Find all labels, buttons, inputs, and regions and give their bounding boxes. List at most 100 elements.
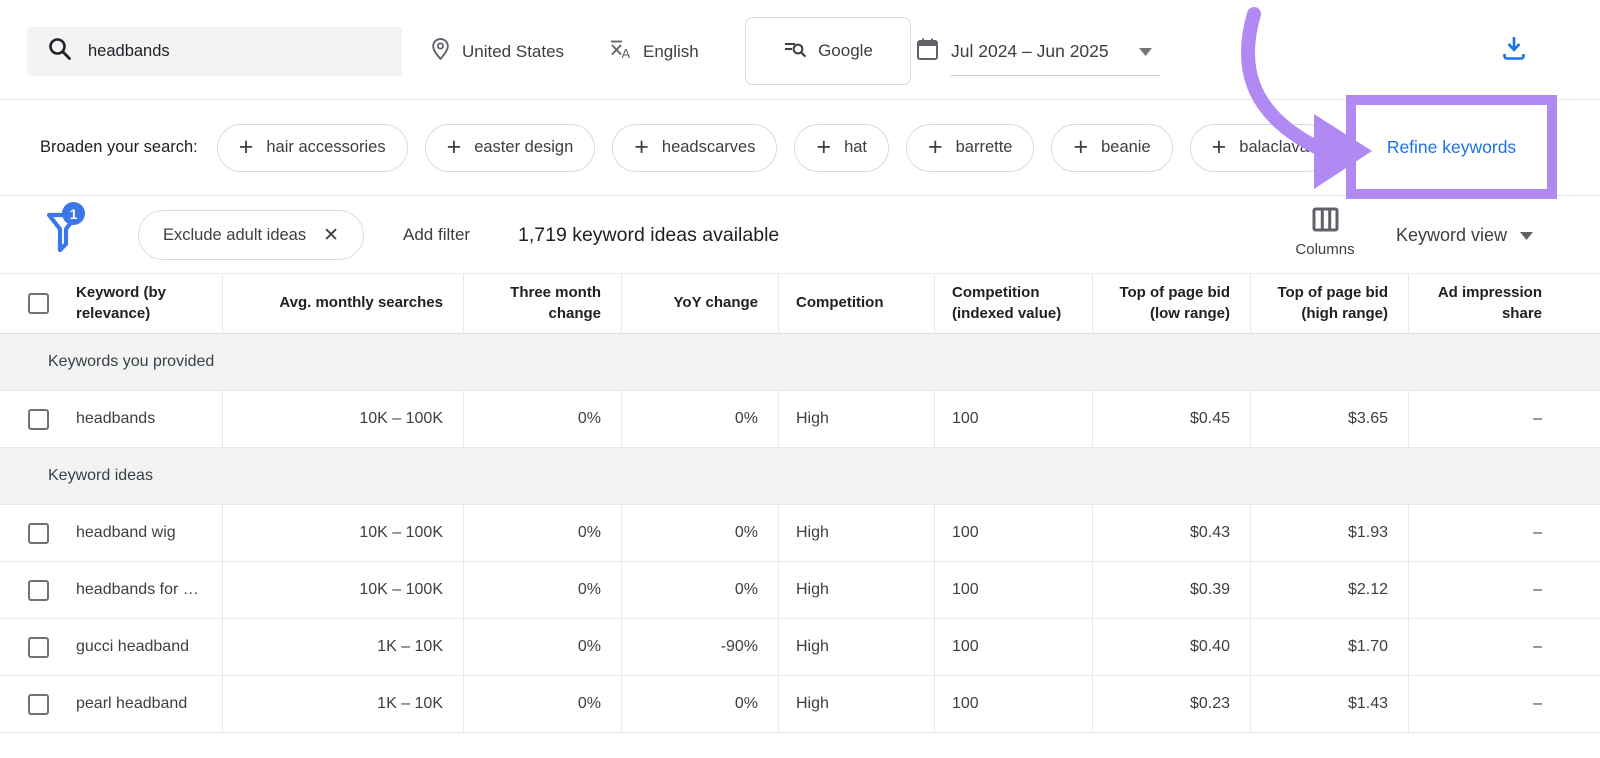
section-header-row: Keyword ideas (0, 448, 1600, 505)
broaden-chip-balaclava[interactable]: + balaclava (1189, 123, 1331, 172)
add-filter-button[interactable]: Add filter (403, 196, 470, 274)
column-header[interactable]: Ad impression share (1408, 274, 1600, 333)
row-checkbox[interactable] (28, 522, 49, 544)
data-cell: $3.65 (1250, 391, 1408, 447)
row-checkbox[interactable] (28, 408, 49, 430)
cell-value: 0% (734, 581, 758, 598)
language-selector[interactable]: A English (608, 27, 699, 76)
keyword-label: pearl headband (76, 695, 188, 712)
network-selector-button[interactable]: Google (745, 17, 911, 85)
data-cell: $0.39 (1092, 562, 1250, 618)
cell-value: $0.23 (1189, 695, 1230, 712)
data-cell: 0% (463, 619, 621, 675)
columns-label: Columns (1295, 241, 1355, 258)
table-row: pearl headband 1K – 10K 0% 0% High 100 $0.23 $1… (0, 676, 1600, 733)
cell-value: – (1533, 524, 1542, 541)
column-header[interactable]: Avg. monthly searches (222, 274, 463, 333)
column-header[interactable]: YoY change (621, 274, 778, 333)
column-header-label: Ad impression share (1437, 284, 1542, 322)
data-cell: – (1408, 619, 1600, 675)
cell-value: 1K – 10K (377, 695, 443, 712)
broaden-chip-hair-accessories[interactable]: + hair accessories (216, 123, 408, 172)
data-cell: $0.43 (1092, 505, 1250, 561)
column-header[interactable]: Competition (778, 274, 934, 333)
row-checkbox[interactable] (28, 636, 49, 658)
column-header[interactable]: Top of page bid (low range) (1092, 274, 1250, 333)
chevron-down-icon (1138, 41, 1152, 62)
cell-value: High (796, 638, 829, 655)
chip-label: easter design (474, 138, 574, 156)
column-header-label: YoY change (673, 294, 758, 312)
column-header[interactable]: Keyword (by relevance) (0, 274, 222, 333)
data-cell: 10K – 100K (222, 391, 463, 447)
cell-value: $1.93 (1347, 524, 1388, 541)
view-selector[interactable]: Keyword view (1396, 196, 1534, 274)
cell-value: – (1533, 410, 1542, 427)
data-cell: $0.45 (1092, 391, 1250, 447)
cell-value: $1.70 (1347, 638, 1388, 655)
cell-value: 10K – 100K (359, 581, 443, 598)
keyword-search-input[interactable]: headbands (27, 27, 402, 76)
data-cell: 100 (934, 505, 1092, 561)
cell-value: – (1533, 581, 1542, 598)
cell-value: 0% (577, 581, 601, 598)
broaden-chip-beanie[interactable]: + beanie (1051, 123, 1173, 172)
data-cell: 0% (463, 562, 621, 618)
row-checkbox[interactable] (28, 579, 49, 601)
broaden-chip-headscarves[interactable]: + headscarves (612, 123, 778, 172)
data-cell: $1.70 (1250, 619, 1408, 675)
columns-button[interactable]: Columns (1294, 206, 1356, 258)
cell-value: High (796, 581, 829, 598)
table-header-row: Keyword (by relevance) Avg. monthly searc… (0, 274, 1600, 334)
data-cell: 0% (621, 391, 778, 447)
cell-value: $2.12 (1347, 581, 1388, 598)
download-icon (1503, 37, 1525, 60)
data-cell: $0.23 (1092, 676, 1250, 732)
cell-value: – (1533, 638, 1542, 655)
cell-value: 10K – 100K (359, 524, 443, 541)
location-selector[interactable]: United States (430, 27, 564, 76)
broaden-chip-hat[interactable]: + hat (794, 123, 889, 172)
cell-value: 0% (734, 695, 758, 712)
active-filter-chip[interactable]: Exclude adult ideas ✕ (138, 210, 365, 260)
table-row: headbands for … 10K – 100K 0% 0% High 100 $0.3… (0, 562, 1600, 619)
select-all-checkbox[interactable] (28, 293, 49, 314)
column-header[interactable]: Top of page bid (high range) (1250, 274, 1408, 333)
download-button[interactable] (1500, 34, 1528, 65)
column-header[interactable]: Three month change (463, 274, 621, 333)
data-cell: 0% (463, 676, 621, 732)
cell-value: High (796, 410, 829, 427)
keyword-label: headband wig (76, 524, 176, 541)
column-header-label: Avg. monthly searches (279, 294, 443, 312)
cell-value: 1K – 10K (377, 638, 443, 655)
data-cell: 100 (934, 619, 1092, 675)
cell-value: 100 (952, 410, 979, 427)
language-label: English (643, 41, 699, 61)
table-body: Keywords you provided headbands 10K – 100K… (0, 334, 1600, 733)
data-cell: $2.12 (1250, 562, 1408, 618)
view-selector-label: Keyword view (1396, 224, 1508, 245)
refine-keywords-link[interactable]: Refine keywords (1387, 137, 1516, 158)
column-header-label: Top of page bid (high range) (1277, 284, 1388, 322)
data-cell: 0% (463, 505, 621, 561)
section-header-row: Keywords you provided (0, 334, 1600, 391)
broaden-chip-barrette[interactable]: + barrette (906, 123, 1035, 172)
translate-icon: A (608, 37, 632, 66)
calendar-icon (916, 37, 939, 66)
keyword-cell: headbands for … (0, 562, 222, 618)
chip-label: barrette (955, 138, 1013, 156)
row-checkbox[interactable] (28, 693, 49, 715)
data-cell: $1.43 (1250, 676, 1408, 732)
data-cell: High (778, 619, 934, 675)
data-cell: -90% (621, 619, 778, 675)
date-range-picker[interactable]: Jul 2024 – Jun 2025 (916, 27, 1160, 76)
broaden-chip-easter-design[interactable]: + easter design (424, 123, 596, 172)
remove-filter-icon[interactable]: ✕ (323, 226, 339, 245)
column-header[interactable]: Competition (indexed value) (934, 274, 1092, 333)
data-cell: 1K – 10K (222, 676, 463, 732)
table-row: gucci headband 1K – 10K 0% -90% High 100 $0.40… (0, 619, 1600, 676)
section-label: Keywords you provided (48, 353, 215, 370)
data-cell: 1K – 10K (222, 619, 463, 675)
chevron-down-icon (1520, 225, 1534, 246)
data-cell: – (1408, 391, 1600, 447)
